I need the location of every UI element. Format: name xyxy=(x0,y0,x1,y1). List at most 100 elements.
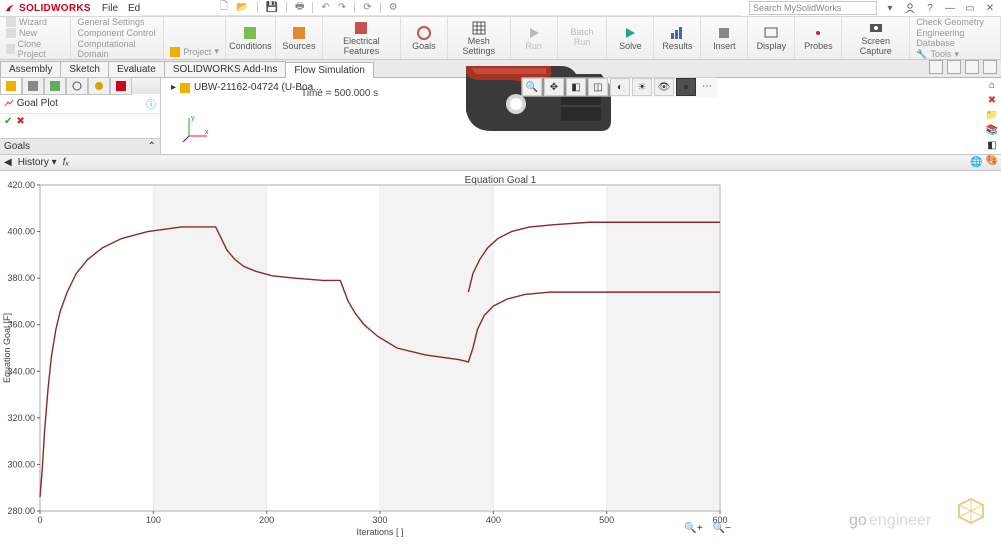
ribbon-clone[interactable]: Clone Project xyxy=(6,39,64,59)
doc-min-icon[interactable] xyxy=(929,60,943,74)
manager-tab-config[interactable] xyxy=(44,77,66,95)
ribbon-tools[interactable]: 🔧 Tools ▾ xyxy=(916,49,994,60)
doc-close-icon[interactable] xyxy=(983,60,997,74)
close-icon[interactable]: ✕ xyxy=(983,1,997,15)
doc-breadcrumb: ▸ UBW-21162-04724 (U-Boa... xyxy=(171,82,322,93)
ribbon-component-control[interactable]: Component Control xyxy=(77,28,157,38)
search-options-icon[interactable]: ▾ xyxy=(883,1,897,15)
svg-text:Iterations [ ]: Iterations [ ] xyxy=(356,527,403,537)
qa-open-icon[interactable]: 📂 xyxy=(236,2,248,13)
qa-print-icon[interactable]: 🖶 xyxy=(295,0,304,16)
ribbon-project[interactable]: Project ▾ xyxy=(170,46,219,57)
qa-new-icon[interactable]: 🗋 xyxy=(220,0,228,16)
ribbon-engineering-db[interactable]: Engineering Database xyxy=(916,28,994,48)
ribbon-general-settings[interactable]: General Settings xyxy=(77,17,157,27)
tab-sketch[interactable]: Sketch xyxy=(60,61,109,77)
ribbon-sources[interactable]: Sources xyxy=(276,17,323,59)
brand-logo: SOLIDWORKS xyxy=(4,2,91,14)
doc-max-icon[interactable] xyxy=(947,60,961,74)
quick-access-toolbar: 🗋 📂 💾 🖶 ↶ ↷ ⟳ ⚙ xyxy=(140,0,741,16)
history-function-icon[interactable]: fₓ xyxy=(63,157,70,168)
doc-window-controls xyxy=(929,60,997,74)
qa-redo-icon[interactable]: ↷ xyxy=(338,2,346,13)
help-icon[interactable]: ? xyxy=(923,1,937,15)
hud-zoom-icon[interactable]: 🔍 xyxy=(522,78,542,96)
task-pane-tabs: ⌂ ✖ 📁 📚 ◧ 🎨 xyxy=(985,78,999,167)
brand-text: SOLIDWORKS xyxy=(19,3,91,14)
ribbon-insert[interactable]: Insert xyxy=(701,17,748,59)
tab-addins[interactable]: SOLIDWORKS Add-Ins xyxy=(164,61,286,77)
tab-flow-simulation[interactable]: Flow Simulation xyxy=(285,62,374,78)
hud-scene-icon[interactable]: ☀ xyxy=(632,78,652,96)
ribbon-screen-capture[interactable]: Screen Capture xyxy=(842,17,910,59)
hud-hide-icon[interactable]: 👁 xyxy=(654,78,674,96)
graphics-viewport[interactable]: ▸ UBW-21162-04724 (U-Boa... Time = 500.0… xyxy=(161,78,1001,154)
ribbon-conditions[interactable]: Conditions xyxy=(226,17,276,59)
manager-tab-display[interactable] xyxy=(88,77,110,95)
search-input[interactable]: Search MySolidWorks xyxy=(749,1,877,15)
tab-evaluate[interactable]: Evaluate xyxy=(108,61,165,77)
hud-more-icon[interactable]: ⋯ xyxy=(698,78,716,94)
svg-text:200: 200 xyxy=(259,515,274,525)
time-display: Time = 500.000 s xyxy=(301,88,378,99)
user-icon[interactable] xyxy=(903,1,917,15)
manager-tab-dim[interactable] xyxy=(66,77,88,95)
search-placeholder: Search MySolidWorks xyxy=(753,3,841,13)
ribbon-mesh[interactable]: Mesh Settings xyxy=(448,17,511,59)
tab-assembly[interactable]: Assembly xyxy=(0,61,61,77)
ribbon-wizard[interactable]: Wizard xyxy=(6,17,64,27)
cancel-icon[interactable]: ✖ xyxy=(16,116,24,127)
collapse-icon[interactable]: ⌃ xyxy=(148,141,156,152)
taskpane-library-icon[interactable]: 📚 xyxy=(985,123,999,137)
ribbon-electrical[interactable]: Electrical Features xyxy=(323,17,401,59)
ribbon-computational-domain[interactable]: Computational Domain xyxy=(77,39,157,59)
goals-section-header[interactable]: Goals ⌃ xyxy=(0,138,160,154)
ribbon-check-geometry[interactable]: Check Geometry xyxy=(916,17,994,27)
view-triad[interactable]: yx xyxy=(181,114,211,147)
restore-icon[interactable]: ▭ xyxy=(963,1,977,15)
qa-save-icon[interactable]: 💾 xyxy=(266,2,278,13)
history-prev-icon[interactable]: ◀ xyxy=(4,157,12,168)
svg-text:420.00: 420.00 xyxy=(7,180,35,190)
ribbon-display[interactable]: Display xyxy=(748,17,795,59)
taskpane-appearance-icon[interactable]: 🎨 xyxy=(985,153,999,167)
taskpane-view-icon[interactable]: ◧ xyxy=(985,138,999,152)
manager-tabs xyxy=(0,78,160,94)
doc-restore-icon[interactable] xyxy=(965,60,979,74)
ribbon-run[interactable]: Run xyxy=(511,17,558,59)
ribbon-probes[interactable]: Probes xyxy=(795,17,842,59)
taskpane-close-icon[interactable]: ✖ xyxy=(985,93,999,107)
hud-render-icon[interactable]: ● xyxy=(676,78,696,96)
svg-text:0: 0 xyxy=(37,515,42,525)
svg-text:320.00: 320.00 xyxy=(7,413,35,423)
hud-section-icon[interactable]: ◧ xyxy=(566,78,586,96)
hud-pan-icon[interactable]: ✥ xyxy=(544,78,564,96)
ribbon-solve[interactable]: Solve xyxy=(607,17,654,59)
zoom-out-icon[interactable]: 🔍− xyxy=(713,523,731,534)
ribbon-results[interactable]: Results xyxy=(654,17,701,59)
manager-tab-feature[interactable] xyxy=(0,77,22,95)
taskpane-resources-icon[interactable]: 📁 xyxy=(985,108,999,122)
ribbon-batch-run[interactable]: Batch Run xyxy=(558,17,608,59)
history-globe-icon[interactable]: 🌐 xyxy=(970,157,982,168)
history-dropdown[interactable]: History ▾ xyxy=(18,157,57,168)
menu-file[interactable]: File xyxy=(97,2,123,15)
history-bar: ◀ History ▾ fₓ 🌐 ✖ xyxy=(0,155,1001,171)
ribbon-new[interactable]: New xyxy=(6,28,64,38)
ok-icon[interactable]: ✔ xyxy=(4,116,12,127)
goal-plot-title: Goal Plot xyxy=(17,98,58,109)
zoom-in-icon[interactable]: 🔍+ xyxy=(684,523,702,534)
qa-rebuild-icon[interactable]: ⟳ xyxy=(363,2,371,13)
manager-tab-property[interactable] xyxy=(22,77,44,95)
minimize-icon[interactable]: — xyxy=(943,1,957,15)
qa-undo-icon[interactable]: ↶ xyxy=(321,2,329,13)
manager-tab-flow[interactable] xyxy=(110,77,132,95)
goal-plot-help-icon[interactable]: ⓘ xyxy=(146,96,156,111)
hud-view-icon[interactable]: ◫ xyxy=(588,78,608,96)
hud-display-icon[interactable]: ◐ xyxy=(610,78,630,96)
plot-panel: Equation Goal 1 280.00300.00320.00340.00… xyxy=(0,171,1001,540)
taskpane-home-icon[interactable]: ⌂ xyxy=(985,78,999,92)
ribbon-goals[interactable]: Goals xyxy=(401,17,448,59)
qa-options-icon[interactable]: ⚙ xyxy=(389,2,398,13)
svg-text:x: x xyxy=(205,129,209,136)
